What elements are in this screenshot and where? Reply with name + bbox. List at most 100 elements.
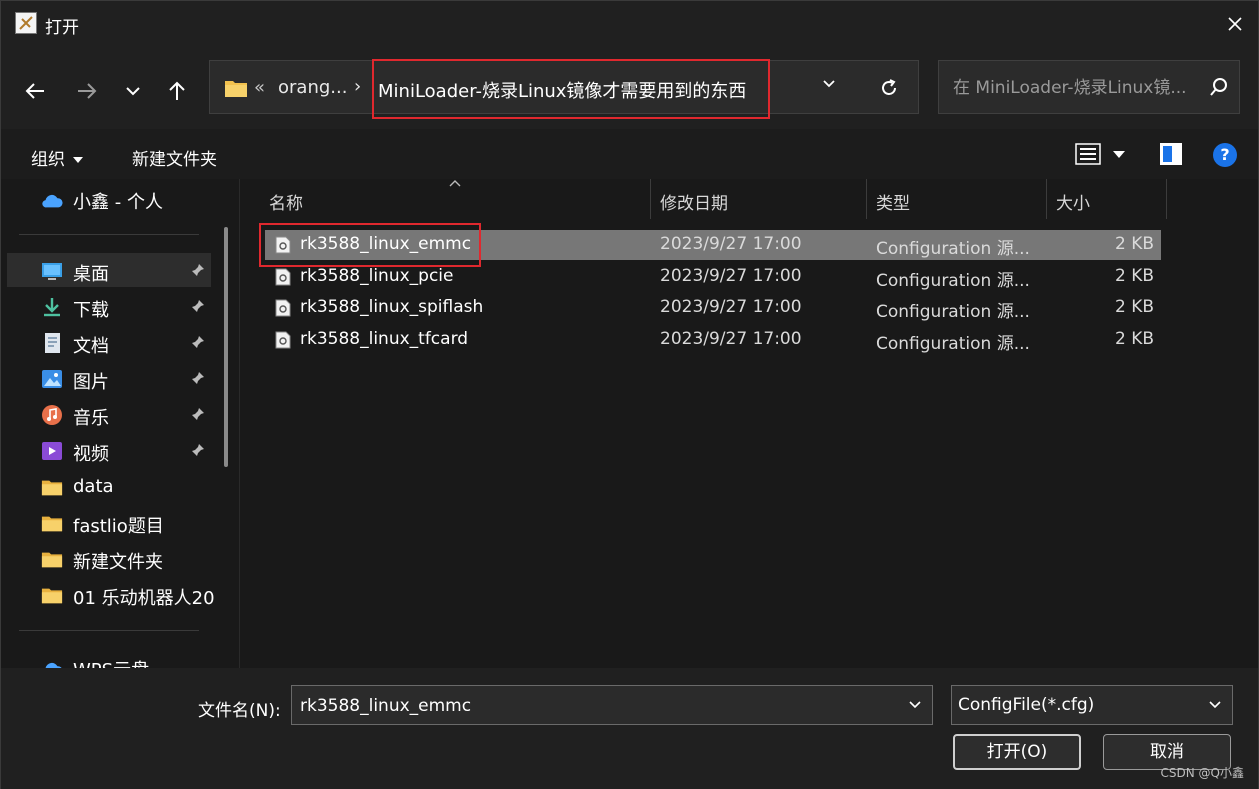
pin-icon[interactable] (191, 299, 205, 313)
sidebar-item-ledong[interactable]: 01 乐动机器人20 (7, 577, 215, 611)
sidebar-item-music[interactable]: 音乐 (7, 397, 211, 431)
file-list: 名称 修改日期 类型 大小 rk3588_linux_emmc 2023/9/2… (245, 179, 1258, 668)
column-divider[interactable] (1166, 179, 1167, 219)
sidebar-item-data[interactable]: data (7, 469, 211, 503)
pin-icon[interactable] (191, 335, 205, 349)
sidebar-item-downloads[interactable]: 下载 (7, 289, 211, 323)
sidebar-item-label: 音乐 (73, 408, 109, 429)
pin-icon[interactable] (191, 263, 205, 277)
preview-pane-icon[interactable] (1159, 142, 1183, 166)
pin-icon[interactable] (191, 407, 205, 421)
file-date: 2023/9/27 17:00 (660, 297, 802, 317)
chevron-down-icon[interactable] (822, 79, 836, 89)
chevron-down-icon (1209, 701, 1221, 709)
command-bar: 组织 新建文件夹 (1, 129, 1258, 179)
folder-icon (41, 480, 63, 496)
download-icon (44, 298, 60, 317)
chevron-down-icon[interactable] (908, 700, 922, 710)
file-row[interactable]: rk3588_linux_spiflash 2023/9/27 17:00 Co… (265, 293, 1161, 323)
sidebar-item-videos[interactable]: 视频 (7, 433, 211, 467)
sidebar-item-documents[interactable]: 文档 (7, 325, 211, 359)
filter-value: ConfigFile(*.cfg) (958, 695, 1095, 715)
new-folder-button[interactable]: 新建文件夹 (132, 145, 217, 170)
open-button[interactable]: 打开(O) (953, 734, 1081, 770)
file-date: 2023/9/27 17:00 (660, 234, 802, 254)
sidebar-divider (19, 234, 199, 235)
sidebar-item-label: WPS云盘 (73, 656, 149, 668)
forward-button[interactable] (73, 77, 101, 105)
column-header-name[interactable]: 名称 (269, 189, 303, 214)
breadcrumb-parent[interactable]: orang... (278, 77, 347, 98)
desktop-icon (42, 263, 62, 280)
app-icon (15, 12, 37, 34)
sidebar-item-fastlio[interactable]: fastlio题目 (7, 505, 211, 539)
arrow-up-icon (169, 81, 185, 100)
organize-label: 组织 (31, 150, 65, 170)
column-divider[interactable] (1046, 179, 1047, 219)
file-size: 2 KB (1115, 297, 1155, 317)
config-file-icon (275, 268, 291, 286)
column-divider[interactable] (650, 179, 651, 219)
music-icon (42, 405, 62, 425)
refresh-icon[interactable] (878, 77, 900, 99)
file-type: Configuration 源... (876, 302, 1030, 322)
sidebar-item-label: 桌面 (73, 264, 109, 285)
organize-menu[interactable]: 组织 (31, 145, 83, 170)
filename-combobox[interactable] (291, 685, 933, 725)
address-bar[interactable]: « orang... › MiniLoader-烧录Linux镜像才需要用到的东… (209, 59, 919, 119)
watermark: CSDN @Q小鑫 (1160, 766, 1244, 780)
config-file-icon (275, 299, 291, 317)
sidebar-item-wps[interactable]: WPS云盘 (7, 649, 211, 668)
sidebar-item-label: 小鑫 - 个人 (73, 192, 163, 213)
column-divider[interactable] (866, 179, 867, 219)
folder-icon (41, 552, 63, 568)
sidebar-item-desktop[interactable]: 桌面 (7, 253, 211, 287)
sidebar-item-label: 新建文件夹 (73, 552, 163, 573)
file-name-bar: 文件名(N): ConfigFile(*.cfg) 打开(O) 取消 CSDN … (1, 668, 1258, 789)
chevron-down-icon (73, 157, 83, 163)
column-header-type[interactable]: 类型 (876, 189, 910, 214)
navigation-bar: « orang... › MiniLoader-烧录Linux镜像才需要用到的东… (1, 47, 1258, 129)
chevron-down-icon (126, 87, 140, 96)
sidebar-item-label: 视频 (73, 444, 109, 465)
arrow-left-icon (25, 83, 44, 99)
title-bar: 打开 (1, 1, 1258, 47)
recent-locations-button[interactable] (119, 77, 147, 105)
file-row[interactable]: rk3588_linux_tfcard 2023/9/27 17:00 Conf… (265, 325, 1161, 355)
pin-icon[interactable] (191, 371, 205, 385)
file-name: rk3588_linux_tfcard (300, 329, 469, 349)
view-options-icon[interactable] (1075, 142, 1101, 166)
close-icon (1228, 17, 1242, 31)
column-header-size[interactable]: 大小 (1056, 189, 1090, 214)
file-date: 2023/9/27 17:00 (660, 266, 802, 286)
sidebar-item-pictures[interactable]: 图片 (7, 361, 211, 395)
search-input[interactable] (951, 75, 1205, 101)
breadcrumb-separator[interactable]: › (354, 76, 361, 97)
sidebar-item-new-folder[interactable]: 新建文件夹 (7, 541, 211, 575)
filename-input[interactable] (298, 694, 892, 718)
sidebar-scrollbar[interactable] (224, 227, 228, 467)
close-button[interactable] (1212, 1, 1258, 47)
back-button[interactable] (21, 77, 49, 105)
file-type: Configuration 源... (876, 271, 1030, 291)
window-title: 打开 (45, 18, 79, 38)
search-icon (1210, 78, 1227, 96)
file-name: rk3588_linux_spiflash (300, 297, 484, 317)
sidebar-item-onedrive[interactable]: 小鑫 - 个人 (7, 181, 211, 215)
search-box[interactable] (938, 60, 1240, 114)
sort-ascending-icon (449, 180, 461, 187)
up-button[interactable] (163, 77, 191, 105)
file-type-filter[interactable]: ConfigFile(*.cfg) (951, 685, 1233, 725)
breadcrumb-overflow[interactable]: « (254, 77, 265, 98)
arrow-right-icon (78, 83, 97, 99)
pane-divider[interactable] (239, 179, 240, 668)
sidebar-item-label: fastlio题目 (73, 516, 164, 537)
file-size: 2 KB (1115, 329, 1155, 349)
column-header-date[interactable]: 修改日期 (660, 189, 728, 214)
sidebar-item-label: 下载 (73, 300, 109, 321)
sidebar-item-label: 图片 (73, 372, 109, 393)
view-dropdown-icon[interactable] (1113, 151, 1125, 158)
cloud-icon (45, 662, 62, 668)
pin-icon[interactable] (191, 443, 205, 457)
help-icon[interactable]: ? (1213, 143, 1237, 167)
